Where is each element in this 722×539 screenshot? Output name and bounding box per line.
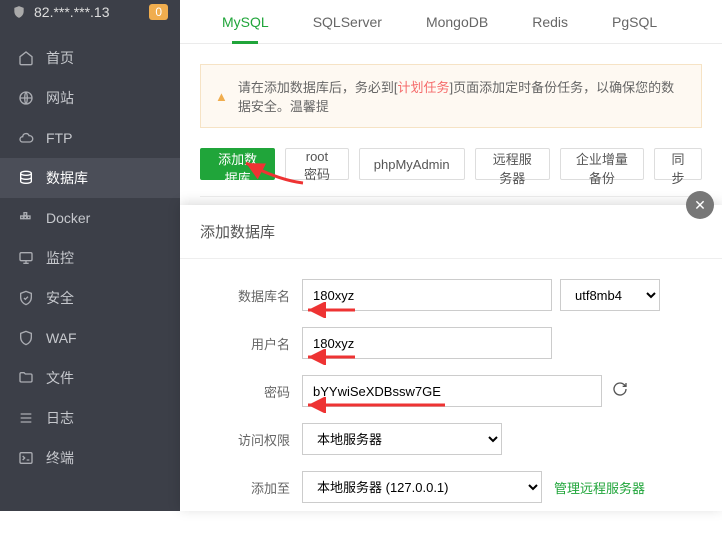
- sidebar-item-security[interactable]: 安全: [0, 278, 180, 318]
- docker-icon: [18, 210, 34, 226]
- sidebar-item-label: 日志: [46, 408, 74, 428]
- root-password-button[interactable]: root密码: [285, 148, 349, 180]
- warning-icon: ▲: [215, 89, 228, 104]
- home-icon: [18, 50, 34, 66]
- sidebar-item-monitor[interactable]: 监控: [0, 238, 180, 278]
- shield-icon: [12, 5, 26, 19]
- password-label: 密码: [190, 382, 290, 401]
- add-database-modal: ✕ 添加数据库 数据库名 utf8mb4 用户名 密码 访问权限 本地服务器 添…: [180, 205, 722, 511]
- sidebar-item-label: 网站: [46, 88, 74, 108]
- sidebar-header: 82.***.***.13 0: [0, 0, 180, 24]
- sidebar-item-label: 文件: [46, 368, 74, 388]
- sidebar-item-label: FTP: [46, 130, 72, 146]
- sync-button[interactable]: 同步: [654, 148, 702, 180]
- cloud-icon: [18, 130, 34, 146]
- remote-server-button[interactable]: 远程服务器: [475, 148, 550, 180]
- sidebar-item-label: 监控: [46, 248, 74, 268]
- phpmyadmin-button[interactable]: phpMyAdmin: [359, 148, 465, 180]
- tab-pgsql[interactable]: PgSQL: [590, 0, 679, 44]
- regen-password-button[interactable]: [612, 381, 628, 402]
- tab-mongodb[interactable]: MongoDB: [404, 0, 510, 44]
- firewall-icon: [18, 330, 34, 346]
- modal-form: 数据库名 utf8mb4 用户名 密码 访问权限 本地服务器 添加至 本地服务器…: [180, 259, 722, 539]
- server-ip: 82.***.***.13: [34, 4, 110, 20]
- sidebar-item-site[interactable]: 网站: [0, 78, 180, 118]
- sidebar-item-label: Docker: [46, 210, 90, 226]
- add-database-button[interactable]: 添加数据库: [200, 148, 275, 180]
- sidebar-item-terminal[interactable]: 终端: [0, 438, 180, 478]
- sidebar-item-label: WAF: [46, 330, 77, 346]
- db-type-tabs: MySQL SQLServer MongoDB Redis PgSQL: [180, 0, 722, 44]
- sidebar: 82.***.***.13 0 首页 网站 FTP 数据库 Docker 监控 …: [0, 0, 180, 511]
- sidebar-item-docker[interactable]: Docker: [0, 198, 180, 238]
- list-icon: [18, 410, 34, 426]
- warning-banner: ▲ 请在添加数据库后，务必到[计划任务]页面添加定时备份任务，以确保您的数据安全…: [200, 64, 702, 128]
- username-input[interactable]: [302, 327, 552, 359]
- dbname-input[interactable]: [302, 279, 552, 311]
- sidebar-item-ftp[interactable]: FTP: [0, 118, 180, 158]
- terminal-icon: [18, 450, 34, 466]
- monitor-icon: [18, 250, 34, 266]
- sidebar-item-label: 终端: [46, 448, 74, 468]
- tab-mysql[interactable]: MySQL: [200, 0, 291, 44]
- access-select[interactable]: 本地服务器: [302, 423, 502, 455]
- charset-select[interactable]: utf8mb4: [560, 279, 660, 311]
- action-buttons: 添加数据库 root密码 phpMyAdmin 远程服务器 企业增量备份 同步: [200, 148, 702, 180]
- modal-title: 添加数据库: [180, 205, 722, 259]
- addto-select[interactable]: 本地服务器 (127.0.0.1): [302, 471, 542, 503]
- tab-redis[interactable]: Redis: [510, 0, 590, 44]
- sidebar-item-home[interactable]: 首页: [0, 38, 180, 78]
- globe-icon: [18, 90, 34, 106]
- password-input[interactable]: [302, 375, 602, 407]
- sidebar-item-label: 安全: [46, 288, 74, 308]
- addto-label: 添加至: [190, 478, 290, 497]
- sidebar-item-database[interactable]: 数据库: [0, 158, 180, 198]
- sidebar-item-logs[interactable]: 日志: [0, 398, 180, 438]
- shield-check-icon: [18, 290, 34, 306]
- sidebar-item-waf[interactable]: WAF: [0, 318, 180, 358]
- manage-remote-link[interactable]: 管理远程服务器: [554, 478, 645, 497]
- dbname-label: 数据库名: [190, 286, 290, 305]
- database-icon: [18, 170, 34, 186]
- folder-icon: [18, 370, 34, 386]
- notification-badge[interactable]: 0: [149, 4, 168, 20]
- warning-text: 请在添加数据库后，务必到[计划任务]页面添加定时备份任务，以确保您的数据安全。温…: [238, 77, 687, 115]
- nav: 首页 网站 FTP 数据库 Docker 监控 安全 WAF 文件 日志 终端: [0, 38, 180, 478]
- close-modal-button[interactable]: ✕: [686, 191, 714, 219]
- ent-backup-button[interactable]: 企业增量备份: [560, 148, 644, 180]
- tab-sqlserver[interactable]: SQLServer: [291, 0, 404, 44]
- refresh-icon: [612, 381, 628, 397]
- username-label: 用户名: [190, 334, 290, 353]
- sidebar-item-label: 首页: [46, 48, 74, 68]
- sidebar-item-label: 数据库: [46, 168, 88, 188]
- warning-link[interactable]: 计划任务: [398, 80, 450, 95]
- sidebar-item-files[interactable]: 文件: [0, 358, 180, 398]
- access-label: 访问权限: [190, 430, 290, 449]
